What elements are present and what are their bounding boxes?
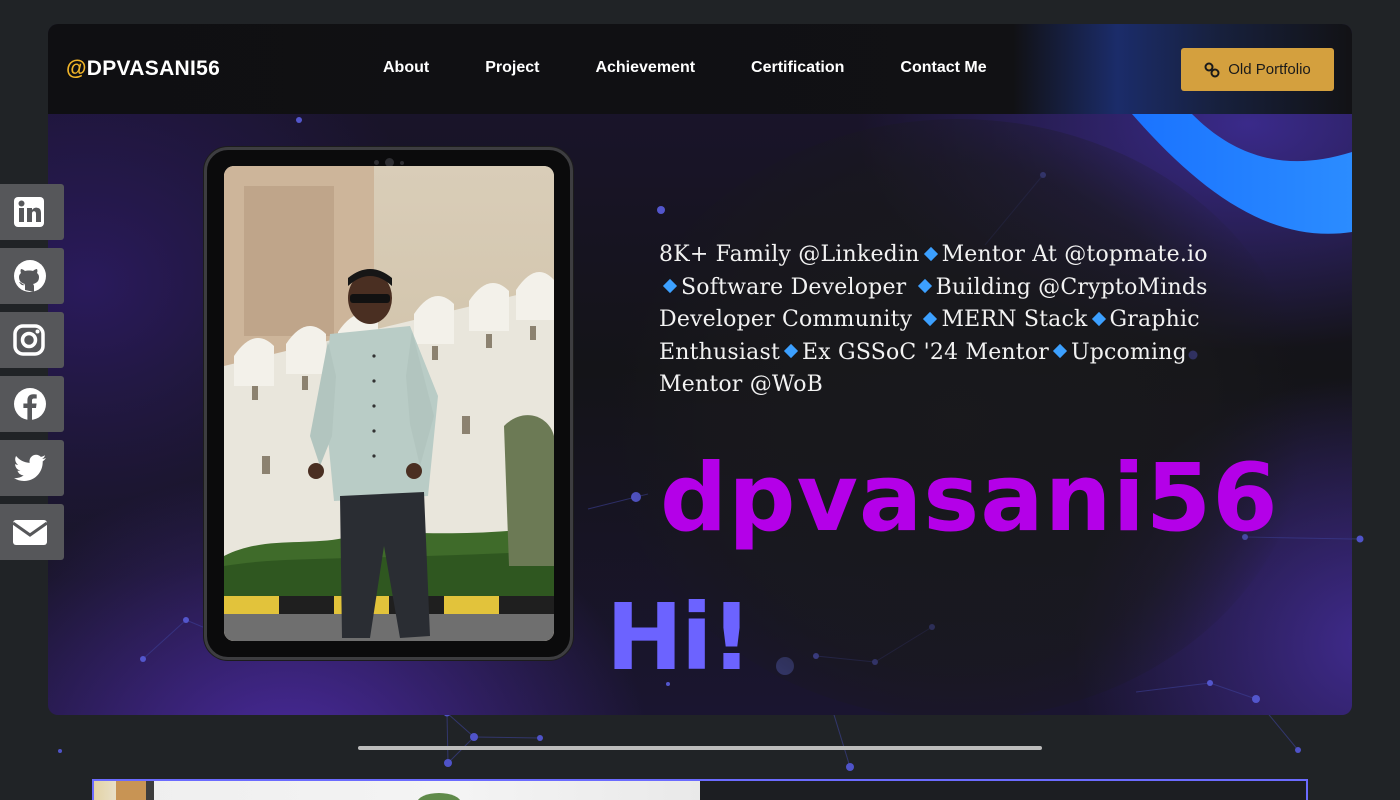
tablet-frame xyxy=(204,147,573,660)
handle-heading: dpvasani56 xyxy=(660,444,1279,553)
diamond-icon xyxy=(923,246,938,261)
nav-contact[interactable]: Contact Me xyxy=(900,59,986,77)
twitter-icon xyxy=(13,454,47,481)
linkedin-icon xyxy=(14,197,44,227)
profile-photo-illustration xyxy=(224,166,554,641)
diamond-icon xyxy=(917,278,932,294)
brand-logo[interactable]: @DPVASANI56 xyxy=(66,57,220,81)
bio-text: 8K+ Family @Linkedin Mentor At @topmate.i… xyxy=(659,239,1219,402)
greeting-heading: Hi! xyxy=(606,584,752,691)
nav-about[interactable]: About xyxy=(383,59,429,77)
bio-item: MERN Stack xyxy=(941,307,1088,332)
brand-at: @ xyxy=(66,57,87,80)
diamond-icon xyxy=(1052,343,1068,359)
hero-section: @DPVASANI56 About Project Achievement Ce… xyxy=(48,24,1352,715)
next-section-photo xyxy=(94,781,700,800)
nav-achievement[interactable]: Achievement xyxy=(595,59,695,77)
bio-item: Software Developer xyxy=(681,274,907,300)
old-portfolio-button[interactable]: Old Portfolio xyxy=(1181,48,1334,91)
mail-icon xyxy=(12,520,48,545)
diamond-icon xyxy=(923,311,938,326)
instagram-icon xyxy=(13,324,45,356)
nav-project[interactable]: Project xyxy=(485,59,539,77)
linkedin-button[interactable] xyxy=(0,184,64,240)
profile-photo xyxy=(224,166,554,641)
instagram-button[interactable] xyxy=(0,312,64,368)
github-icon xyxy=(14,260,46,292)
old-portfolio-label: Old Portfolio xyxy=(1228,61,1311,78)
mail-button[interactable] xyxy=(0,504,64,560)
brand-name: DPVASANI56 xyxy=(86,57,221,80)
bio-item: 8K+ Family @Linkedin xyxy=(659,242,920,267)
section-divider xyxy=(358,746,1042,750)
facebook-button[interactable] xyxy=(0,376,64,432)
facebook-icon xyxy=(14,388,46,420)
blue-wave-decoration xyxy=(1132,114,1352,234)
twitter-button[interactable] xyxy=(0,440,64,496)
next-section-card xyxy=(92,779,1308,800)
next-section-photo-art xyxy=(116,781,460,800)
diamond-icon xyxy=(662,278,678,294)
github-button[interactable] xyxy=(0,248,64,304)
navbar: @DPVASANI56 About Project Achievement Ce… xyxy=(48,24,1352,114)
nav-links: About Project Achievement Certification … xyxy=(383,59,1043,77)
diamond-icon xyxy=(783,343,799,359)
bio-item: Ex GSSoC '24 Mentor xyxy=(801,339,1049,365)
bio-item: Mentor At @topmate.io xyxy=(941,242,1208,267)
social-sidebar xyxy=(0,184,64,568)
link-icon xyxy=(1204,62,1220,77)
diamond-icon xyxy=(1091,311,1106,326)
nav-certification[interactable]: Certification xyxy=(751,59,844,77)
